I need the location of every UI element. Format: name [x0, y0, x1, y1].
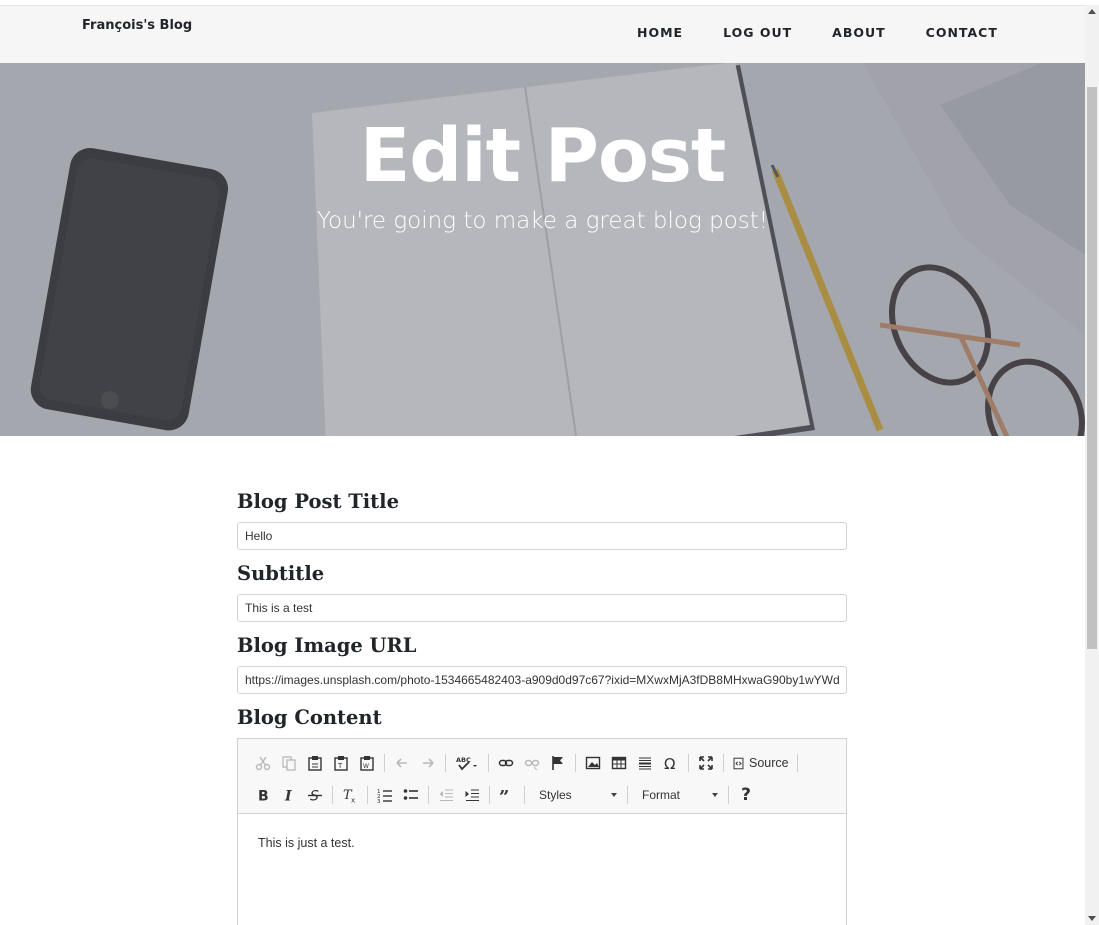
- copy-icon[interactable]: [276, 750, 302, 776]
- subtitle-input[interactable]: [237, 594, 847, 622]
- svg-text:Ω: Ω: [664, 755, 675, 771]
- indent-icon[interactable]: [459, 782, 485, 808]
- paste-word-icon[interactable]: W: [354, 750, 380, 776]
- paste-icon[interactable]: [302, 750, 328, 776]
- toolbar-separator: [428, 786, 429, 804]
- styles-dropdown[interactable]: Styles: [529, 784, 623, 806]
- chevron-down-icon: [712, 793, 718, 797]
- bold-icon[interactable]: B: [250, 782, 276, 808]
- unlink-icon[interactable]: [519, 750, 545, 776]
- toolbar-separator: [524, 786, 525, 804]
- page-scrollbar[interactable]: [1085, 5, 1099, 925]
- special-character-icon[interactable]: Ω: [658, 750, 684, 776]
- source-icon: [733, 757, 744, 769]
- scroll-down-arrow-icon[interactable]: [1088, 916, 1096, 921]
- editor-paragraph: This is just a test.: [258, 836, 355, 850]
- anchor-flag-icon[interactable]: [545, 750, 571, 776]
- spellcheck-icon[interactable]: ABC: [450, 750, 484, 776]
- editor-toolbar: T W ABC Ω Source B I S T x 1 2 3 ” Style…: [238, 739, 846, 814]
- page-title: Edit Post: [359, 113, 727, 199]
- horizontal-rule-icon[interactable]: [632, 750, 658, 776]
- subtitle-label: Subtitle: [237, 562, 325, 585]
- page-subtitle: You're going to make a great blog post!: [317, 208, 768, 234]
- table-icon[interactable]: [606, 750, 632, 776]
- content-label: Blog Content: [237, 706, 382, 729]
- toolbar-row-2: B I S Tx 123 ” Styles Format ?: [250, 779, 846, 811]
- toolbar-separator: [688, 754, 689, 772]
- svg-text:T: T: [337, 762, 343, 770]
- chevron-down-icon: [611, 793, 617, 797]
- help-icon[interactable]: ?: [733, 782, 759, 808]
- toolbar-separator: [384, 754, 385, 772]
- toolbar-separator: [445, 754, 446, 772]
- image-icon[interactable]: [580, 750, 606, 776]
- svg-text:x: x: [351, 797, 355, 804]
- image-url-input[interactable]: [237, 666, 847, 694]
- outdent-icon[interactable]: [433, 782, 459, 808]
- strikethrough-icon[interactable]: S: [302, 782, 328, 808]
- nav-links: HOME LOG OUT ABOUT CONTACT: [637, 25, 1038, 40]
- bulleted-list-icon[interactable]: [398, 782, 424, 808]
- rich-text-editor: T W ABC Ω Source B I S T x 1 2 3 ” Style…: [237, 738, 847, 925]
- svg-text:W: W: [363, 763, 369, 770]
- italic-icon[interactable]: I: [276, 782, 302, 808]
- toolbar-separator: [367, 786, 368, 804]
- nav-link-logout[interactable]: LOG OUT: [723, 25, 792, 40]
- svg-text:3: 3: [377, 799, 381, 803]
- styles-dropdown-label: Styles: [539, 788, 572, 802]
- numbered-list-icon[interactable]: 123: [372, 782, 398, 808]
- svg-text:I: I: [284, 789, 292, 804]
- brand-logo-link[interactable]: François's Blog: [82, 18, 192, 33]
- image-url-label: Blog Image URL: [237, 634, 417, 657]
- nav-link-home[interactable]: HOME: [637, 25, 683, 40]
- toolbar-separator: [575, 754, 576, 772]
- toolbar-separator: [627, 786, 628, 804]
- svg-text:B: B: [258, 789, 269, 804]
- undo-icon[interactable]: [389, 750, 415, 776]
- paste-text-icon[interactable]: T: [328, 750, 354, 776]
- toolbar-separator: [728, 786, 729, 804]
- edit-post-form: Blog Post Title Subtitle Blog Image URL …: [237, 490, 847, 925]
- toolbar-separator: [488, 754, 489, 772]
- nav-link-about[interactable]: ABOUT: [832, 25, 886, 40]
- maximize-icon[interactable]: [693, 750, 719, 776]
- source-button[interactable]: Source: [728, 756, 793, 770]
- toolbar-separator: [723, 754, 724, 772]
- toolbar-row-1: T W ABC Ω Source: [250, 747, 846, 779]
- format-dropdown-label: Format: [642, 788, 681, 802]
- link-icon[interactable]: [493, 750, 519, 776]
- editor-content-area[interactable]: This is just a test.: [238, 814, 846, 872]
- svg-text:”: ”: [499, 787, 509, 803]
- title-label: Blog Post Title: [237, 490, 399, 513]
- toolbar-separator: [332, 786, 333, 804]
- format-dropdown[interactable]: Format: [632, 784, 724, 806]
- cut-icon[interactable]: [250, 750, 276, 776]
- toolbar-separator: [796, 754, 798, 772]
- title-input[interactable]: [237, 522, 847, 550]
- nav-link-contact[interactable]: CONTACT: [926, 25, 998, 40]
- navbar: François's Blog HOME LOG OUT ABOUT CONTA…: [0, 5, 1085, 63]
- toolbar-separator: [489, 786, 490, 804]
- source-label: Source: [749, 756, 789, 770]
- hero-header: Edit Post You're going to make a great b…: [0, 63, 1085, 436]
- scroll-thumb[interactable]: [1087, 87, 1097, 649]
- blockquote-icon[interactable]: ”: [494, 782, 520, 808]
- scroll-up-arrow-icon[interactable]: [1088, 9, 1096, 14]
- remove-format-icon[interactable]: Tx: [337, 782, 363, 808]
- redo-icon[interactable]: [415, 750, 441, 776]
